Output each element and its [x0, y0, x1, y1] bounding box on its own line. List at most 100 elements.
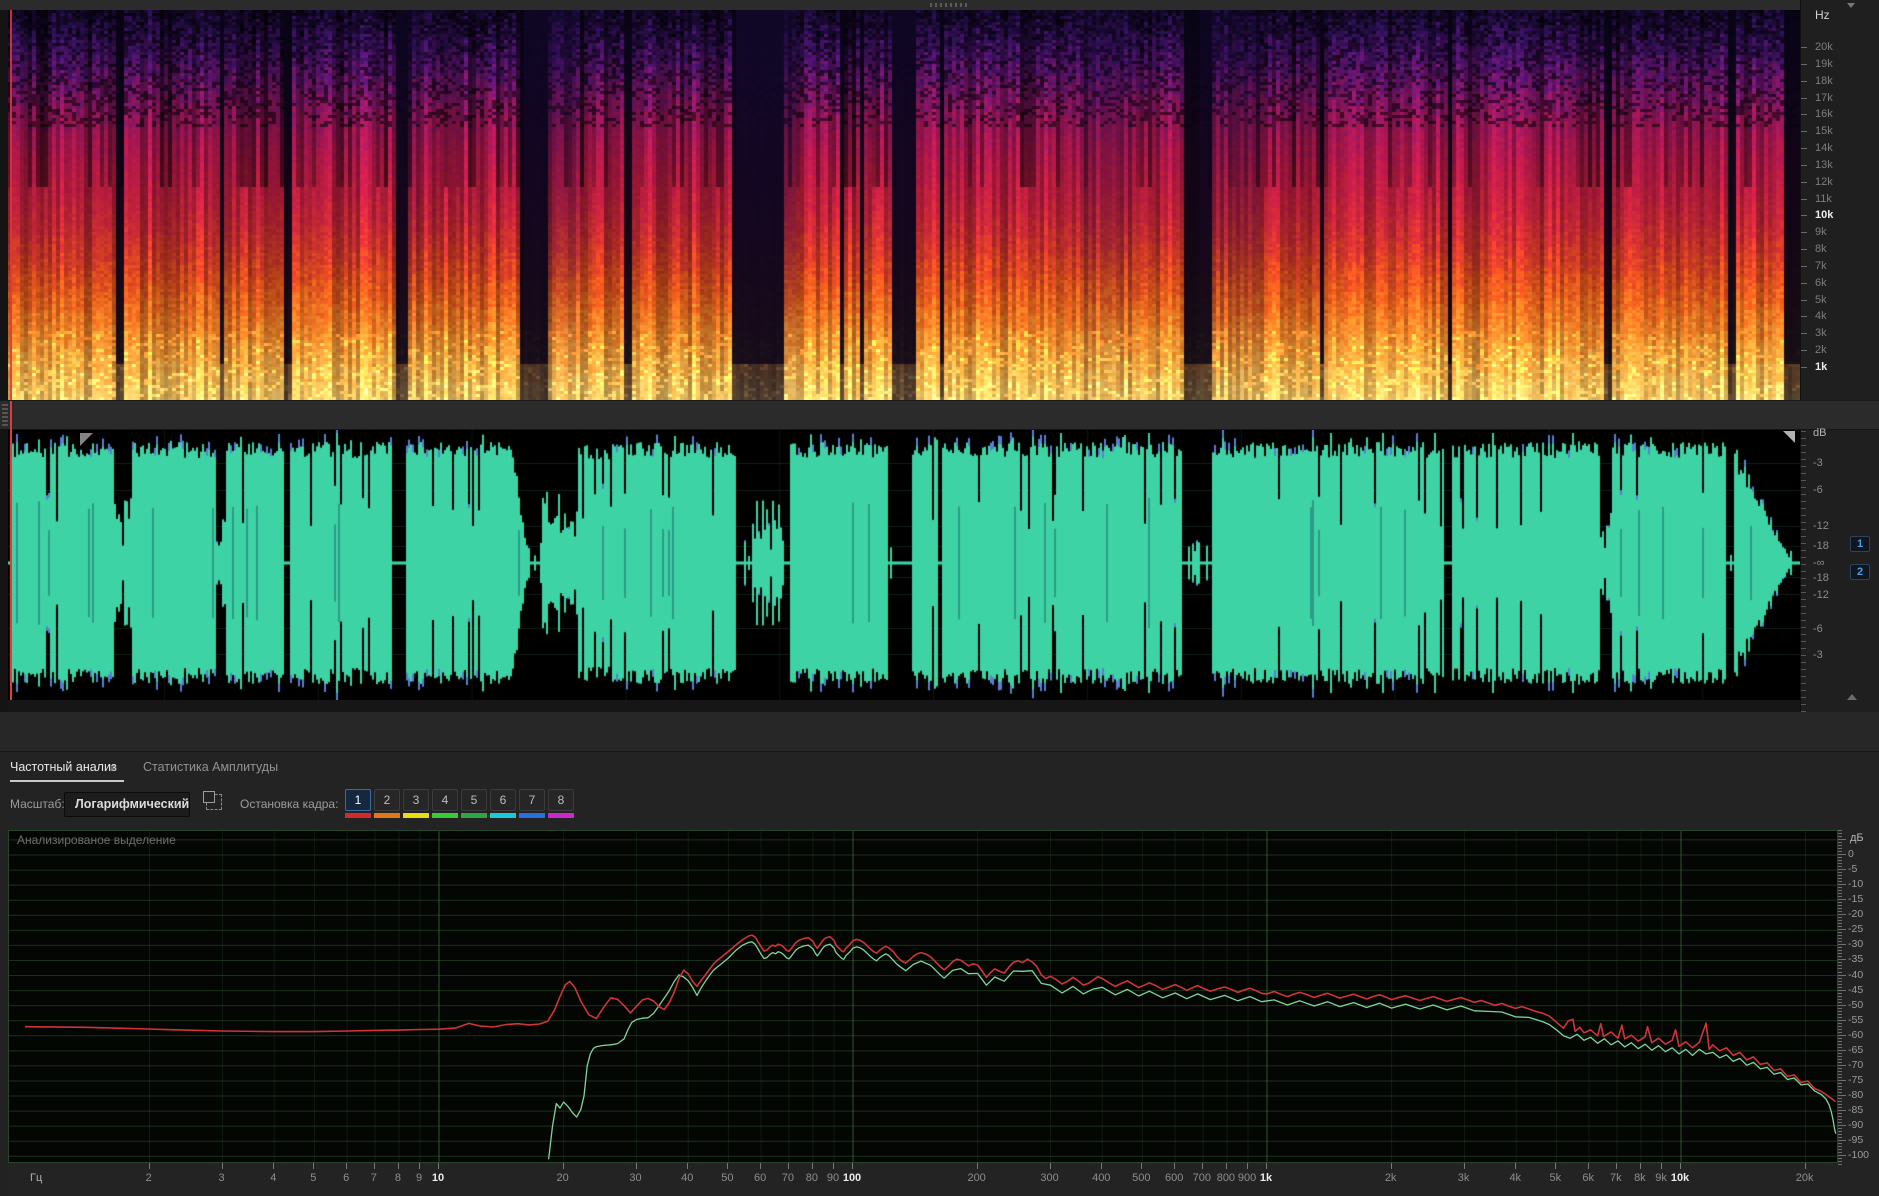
db-axis-tick [1838, 926, 1842, 928]
hold-frame-color-bar [403, 813, 429, 818]
hz-unit-label: Hz [1815, 8, 1830, 22]
amplitude-scale[interactable]: dB -3 -6 -12 -18 -∞ -18 -12 -6 -3 1 2 [1800, 427, 1879, 712]
hold-frame-button-4[interactable]: 4 [432, 789, 458, 811]
hz-tick [1801, 350, 1807, 352]
db-axis-tick [1838, 944, 1846, 946]
db-axis-tick [1838, 941, 1842, 943]
hold-frame-color-bar [432, 813, 458, 818]
db-axis-label: -60 [1848, 1028, 1864, 1041]
freq-axis-tick [787, 1163, 789, 1169]
db-axis-tick [1838, 866, 1842, 868]
db-axis-tick [1838, 1110, 1846, 1112]
hold-frame-button-5[interactable]: 5 [461, 789, 487, 811]
hold-frame-button-2[interactable]: 2 [374, 789, 400, 811]
db-axis-tick [1838, 841, 1842, 843]
db-axis-label: -25 [1848, 923, 1864, 936]
hold-frame-button-6[interactable]: 6 [490, 789, 516, 811]
hold-frame-button-1[interactable]: 1 [345, 789, 371, 811]
amplitude-scale-ticks [1801, 430, 1806, 712]
scale-menu-caret-icon[interactable] [1847, 3, 1855, 8]
db-axis-tick [1838, 1152, 1842, 1154]
db-axis-tick [1838, 1055, 1842, 1057]
db-axis-tick [1838, 998, 1842, 1000]
panel-drag-handle[interactable] [930, 3, 970, 7]
hz-tick-label: 11k [1815, 192, 1832, 205]
freq-axis-label: 4 [270, 1172, 277, 1184]
db-axis-label: -20 [1848, 908, 1864, 921]
freq-axis-tick [976, 1163, 978, 1169]
amplitude-scale-label: -18 [1813, 572, 1829, 584]
db-axis-tick [1838, 847, 1842, 849]
hold-frame-buttons: 12345678 [345, 789, 574, 818]
hold-frame-color-bar [519, 813, 545, 818]
copy-frames-icon[interactable] [203, 791, 222, 810]
db-axis-tick [1838, 1128, 1842, 1130]
freq-axis-label: 8 [394, 1172, 401, 1184]
freq-axis-label: 700 [1192, 1172, 1212, 1184]
tab-amplitude-statistics[interactable]: Статистика Амплитуды [143, 760, 278, 774]
db-axis-label: -80 [1848, 1089, 1864, 1102]
scroll-up-icon[interactable] [1847, 694, 1857, 700]
db-axis-tick [1838, 1122, 1842, 1124]
db-axis-tick [1838, 872, 1842, 874]
hz-tick-label: 5k [1815, 293, 1827, 306]
db-axis-tick [1838, 1007, 1842, 1009]
playhead-spectrogram[interactable] [10, 10, 12, 400]
db-axis-tick [1838, 875, 1842, 877]
waveform-display[interactable] [8, 430, 1800, 700]
hold-frame-button-8[interactable]: 8 [548, 789, 574, 811]
db-axis-tick [1838, 992, 1842, 994]
db-axis-tick [1838, 1158, 1842, 1160]
selection-corner-handle[interactable] [80, 433, 93, 446]
db-axis-tick [1838, 1073, 1842, 1075]
freq-axis-label: 800 [1216, 1172, 1236, 1184]
hz-tick-label: 2k [1815, 344, 1827, 357]
db-axis-tick [1838, 1022, 1842, 1024]
db-axis-tick [1838, 1086, 1842, 1087]
amplitude-scale-label: -3 [1813, 649, 1823, 661]
db-axis-tick [1838, 908, 1842, 910]
hold-frame-color-bar [374, 813, 400, 818]
channel-badge-1[interactable]: 1 [1850, 536, 1870, 552]
hold-frame-button-3[interactable]: 3 [403, 789, 429, 811]
db-axis-tick [1838, 857, 1842, 858]
spectrogram-top-bar [0, 0, 1879, 10]
panel-grip-icon[interactable] [2, 404, 8, 426]
db-axis-tick [1838, 971, 1842, 973]
db-axis-label: -10 [1848, 878, 1864, 891]
hz-tick [1801, 181, 1807, 183]
hz-tick [1801, 232, 1807, 234]
panel-menu-icon[interactable]: ≡ [110, 761, 124, 775]
spectrogram-display[interactable] [8, 10, 1800, 400]
db-axis-tick [1838, 962, 1842, 964]
freq-axis-label: 5k [1549, 1172, 1562, 1184]
freq-axis-tick [1661, 1163, 1663, 1169]
hz-tick-label: 13k [1815, 158, 1833, 171]
playhead-waveform[interactable] [10, 430, 12, 700]
freq-axis-tick [687, 1163, 689, 1169]
db-axis-tick [1838, 938, 1842, 940]
hz-tick-label: 1k [1815, 361, 1828, 373]
scale-dropdown[interactable]: Логарифмический ⌄ [64, 792, 190, 817]
freq-axis-label: 6k [1582, 1172, 1594, 1184]
hz-tick [1801, 148, 1807, 150]
frequency-analysis-plot[interactable]: Анализированое выделение [8, 830, 1838, 1163]
hz-tick [1801, 215, 1807, 217]
amplitude-scale-label: -3 [1813, 457, 1823, 469]
freq-axis-label: 900 [1237, 1172, 1257, 1184]
selection-corner-handle-right[interactable] [1783, 431, 1795, 443]
db-axis-tick [1838, 1064, 1846, 1066]
db-axis-tick [1838, 829, 1842, 831]
tab-frequency-analysis[interactable]: Частотный анализ [10, 760, 117, 774]
amplitude-scale-label: dB [1813, 427, 1827, 439]
hz-tick-label: 6k [1815, 276, 1827, 289]
db-axis-tick [1838, 968, 1842, 970]
playhead-ruler-marker[interactable] [10, 401, 12, 430]
frequency-scale[interactable]: Hz 20k 19k 18k 17k 16k 15k 14k 13k 12k 11k 10k 9k 8k… [1800, 0, 1879, 400]
channel-badge-2[interactable]: 2 [1850, 564, 1870, 580]
hold-frame-button-7[interactable]: 7 [519, 789, 545, 811]
hz-tick [1801, 367, 1807, 368]
db-axis-tick [1838, 977, 1842, 979]
db-axis-tick [1838, 974, 1846, 976]
db-axis-tick [1838, 1161, 1842, 1163]
